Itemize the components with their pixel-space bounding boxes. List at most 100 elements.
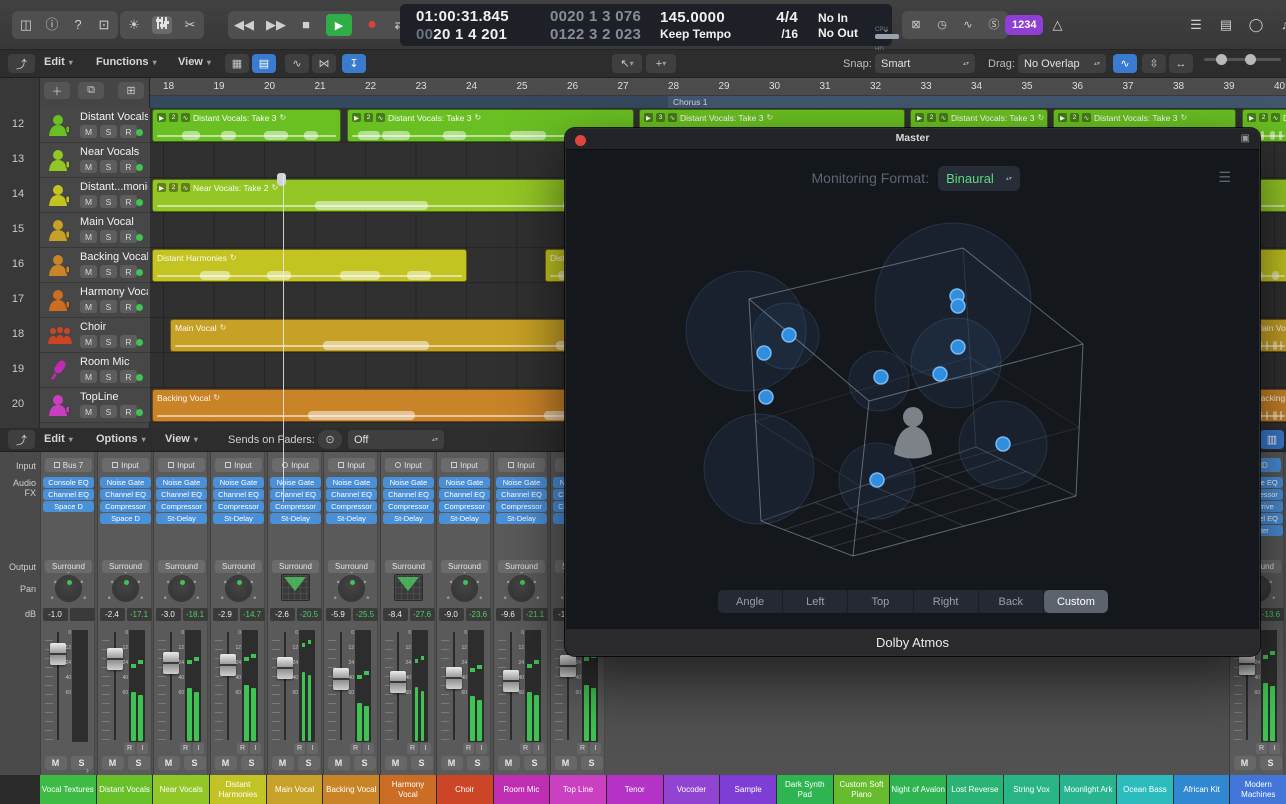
mixer-track-name[interactable]: Distant Vocals [96,775,153,804]
region-play-icon[interactable]: ▶ [352,113,361,122]
fx-plugin-button[interactable]: Compressor [100,501,151,512]
strip-solo-button[interactable]: S [183,756,206,770]
mute-button[interactable]: M [80,405,97,418]
region-play-icon[interactable]: ▶ [915,113,924,122]
mixer-edit-menu[interactable]: Edit ▾ [44,433,73,445]
record-button[interactable]: R [350,743,361,754]
view-button-custom[interactable]: Custom [1043,590,1108,613]
mixer-track-name[interactable]: Moonlight Ark [1060,775,1117,804]
record-button[interactable]: R [124,743,135,754]
track-name[interactable]: Main Vocal [80,216,134,228]
input-monitor-button[interactable]: I [1269,743,1280,754]
record-enable-button[interactable]: R [120,265,137,278]
input-slot-button[interactable]: Input [158,458,205,472]
track-header[interactable]: Choir M S R [40,318,150,353]
input-slot-button[interactable]: Input [215,458,262,472]
fx-plugin-button[interactable]: Noise Gate [383,477,434,488]
mute-button[interactable]: M [80,370,97,383]
strip-mute-button[interactable]: M [271,756,294,770]
fx-plugin-button[interactable]: Compressor [439,501,490,512]
region-play-icon[interactable]: ▶ [157,113,166,122]
channel-strip[interactable]: Input Noise GateChannel EQCompressorSt-De… [210,452,265,775]
sends-select[interactable]: Off ▴▾ [348,430,444,449]
strip-mute-button[interactable]: M [327,756,350,770]
smart-controls-icon[interactable]: ☀ [126,11,142,39]
solo-button[interactable]: S [100,300,117,313]
channel-strip[interactable]: Input Noise GateChannel EQCompressorSt-De… [380,452,435,775]
vertical-zoom-icon[interactable]: ⇳ [1142,54,1166,73]
mixer-track-name[interactable]: Tenor [606,775,663,804]
mute-button[interactable]: M [80,300,97,313]
fx-plugin-button[interactable]: Space D [100,513,151,524]
bar-ruler[interactable]: 18 19 20 21 22 23 24 25 26 27 28 29 30 31 32 33 34 35 36 37… [150,78,1286,96]
record-enable-button[interactable]: R [120,195,137,208]
solo-button[interactable]: S [100,405,117,418]
view-button-right[interactable]: Right [914,590,979,613]
volume-db-value[interactable]: -9.6 [495,608,521,621]
audio-object-dot[interactable] [950,298,966,314]
sends-power-icon[interactable]: ⊙ [318,430,342,449]
toolbar-icon[interactable]: ⊡ [96,11,112,39]
track-name[interactable]: Near Vocals [80,146,139,158]
mixer-track-name[interactable]: Modern Machines [1230,775,1286,804]
volume-db-value[interactable]: -3.0 [155,608,181,621]
mixer-track-name[interactable]: Near Vocals [153,775,210,804]
fx-plugin-button[interactable]: Noise Gate [270,477,321,488]
fx-plugin-button[interactable]: Compressor [496,501,547,512]
track-header[interactable]: TopLine M S R [40,388,150,423]
volume-db-value[interactable]: -2.4 [99,608,125,621]
note-pads-icon[interactable]: ▤ [1218,11,1234,39]
strip-solo-button[interactable]: S [580,756,603,770]
lcd-display[interactable]: 01:00:31.845 0020 1 4 201 0020 1 3 076 0… [400,4,892,46]
atmos-3d-scene[interactable] [566,129,1260,656]
track-header[interactable]: Near Vocals M S R [40,143,150,178]
mixer-view-icon[interactable] [152,16,172,34]
cycle-band[interactable]: Chorus 1 [150,96,1286,108]
duplicate-track-button[interactable]: ⧉ [78,82,104,99]
channel-strip[interactable]: Input Noise GateChannel EQCompressorSt-De… [267,452,322,775]
volume-db-value[interactable]: -2.9 [212,608,238,621]
fx-plugin-button[interactable]: Noise Gate [439,477,490,488]
track-name[interactable]: Distant...monies [80,181,148,193]
input-monitor-button[interactable]: I [307,743,318,754]
view-button-back[interactable]: Back [979,590,1044,613]
record-enable-button[interactable]: R [120,405,137,418]
metronome-icon[interactable]: △ [1049,11,1065,39]
solo-button[interactable]: S [100,370,117,383]
strip-solo-button[interactable]: S [353,756,376,770]
mixer-track-name[interactable]: Custom Soft Piano [833,775,890,804]
surround-panner[interactable] [281,574,310,601]
mixer-track-name[interactable]: Distant Harmonies [210,775,266,804]
punch-icon[interactable]: ⊠ [908,11,924,39]
mute-button[interactable]: M [80,160,97,173]
mixer-track-name[interactable]: Lost Reverse [947,775,1003,804]
region-play-icon[interactable]: ▶ [644,113,653,122]
horizontal-zoom-slider[interactable] [1231,54,1281,65]
solo-button[interactable]: S [100,335,117,348]
fx-plugin-button[interactable]: St-Delay [496,513,547,524]
list-editors-icon[interactable]: ☰ [1188,11,1204,39]
mute-button[interactable]: M [80,265,97,278]
audio-object-dot[interactable] [756,345,772,361]
strip-solo-button[interactable]: S [240,756,263,770]
library-icon[interactable]: ◫ [18,11,34,39]
inspector-icon[interactable]: ⓘ [44,11,60,39]
view-button-left[interactable]: Left [783,590,849,613]
track-name[interactable]: Room Mic [80,356,130,368]
strip-mute-button[interactable]: M [440,756,463,770]
play-button[interactable]: ▶ [326,14,352,36]
record-button[interactable]: R [577,743,588,754]
input-slot-button[interactable]: Input [441,458,488,472]
solo-button[interactable]: S [100,265,117,278]
record-button[interactable]: R [1256,743,1267,754]
mixer-track-name[interactable]: Night of Avalon [890,775,946,804]
fx-plugin-button[interactable]: Channel EQ [213,489,264,500]
record-enable-button[interactable]: R [120,230,137,243]
strip-solo-button[interactable]: S [70,756,93,770]
output-slot-button[interactable]: Surround [272,560,319,573]
solo-button[interactable]: S [100,195,117,208]
editors-icon[interactable]: ✂ [182,11,198,39]
rewind-button[interactable]: ◀◀ [234,11,254,39]
strip-mute-button[interactable]: M [497,756,520,770]
record-button[interactable]: R [407,743,418,754]
